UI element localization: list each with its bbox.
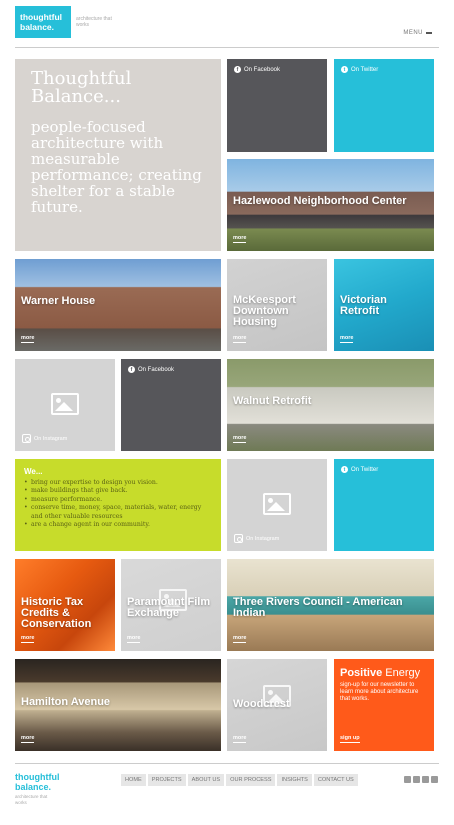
- newsletter-title: Positive Energy: [340, 667, 420, 679]
- newsletter-title-bold: Positive: [340, 667, 383, 679]
- project-title: Woodcrest: [233, 698, 290, 710]
- instagram-icon[interactable]: [431, 776, 438, 783]
- logo-text-1: thoughtful: [20, 12, 63, 22]
- we-item: measure performance.: [24, 496, 214, 505]
- more-link[interactable]: more: [233, 335, 247, 343]
- more-link[interactable]: more: [233, 635, 247, 643]
- more-link[interactable]: more: [21, 635, 35, 643]
- photo-icon: [263, 493, 291, 515]
- hero-title: Thoughtful Balance...: [31, 68, 132, 107]
- we-item: are a change agent in our community.: [24, 521, 214, 530]
- we-item: bring our expertise to design you vision…: [24, 479, 214, 488]
- facebook-label: f On Facebook: [234, 66, 280, 73]
- facebook-icon: f: [128, 366, 135, 373]
- footer-divider: [15, 763, 439, 764]
- more-link[interactable]: more: [21, 735, 35, 743]
- we-item: make buildings that give back.: [24, 487, 214, 496]
- instagram-label: On Instagram: [22, 434, 67, 443]
- tagline: architecture that works: [76, 16, 112, 28]
- footer-nav-insights[interactable]: INSIGHTS: [277, 774, 312, 786]
- instagram-tile[interactable]: On Instagram: [15, 359, 115, 451]
- project-tile-hamilton[interactable]: Hamilton Avenue more: [15, 659, 221, 751]
- header: thoughtful balance. architecture that wo…: [0, 0, 454, 50]
- project-title: Warner House: [21, 295, 96, 307]
- facebook-text: On Facebook: [138, 366, 175, 373]
- header-divider: [15, 47, 439, 48]
- newsletter-tile[interactable]: Positive Energy sign-up for our newslett…: [334, 659, 434, 751]
- instagram-label: On Instagram: [234, 534, 279, 543]
- footer-nav-home[interactable]: HOME: [121, 774, 146, 786]
- project-tile-paramount[interactable]: Paramount Film Exchange more: [121, 559, 221, 651]
- project-title: Hazlewood Neighborhood Center: [233, 195, 407, 207]
- footer-nav-process[interactable]: OUR PROCESS: [226, 774, 276, 786]
- twitter-tile[interactable]: t On Twitter: [334, 459, 434, 551]
- instagram-text: On Instagram: [246, 535, 280, 542]
- twitter-text: On Twitter: [351, 466, 379, 473]
- project-tile-walnut[interactable]: Walnut Retrofit more: [227, 359, 434, 451]
- linkedin-icon[interactable]: [422, 776, 429, 783]
- project-tile-warner[interactable]: Warner House more: [15, 259, 221, 351]
- footer-tagline: architecture that works: [15, 794, 48, 805]
- project-title: Paramount Film Exchange: [127, 596, 211, 619]
- project-tile-hazelwood[interactable]: Hazlewood Neighborhood Center more: [227, 159, 434, 251]
- facebook-label: f On Facebook: [128, 366, 174, 373]
- menu-button[interactable]: MENU: [403, 30, 432, 36]
- footer-nav-projects[interactable]: PROJECTS: [147, 774, 186, 786]
- footer-social: [404, 776, 438, 783]
- project-tile-historic[interactable]: Historic Tax Credits & Conservation more: [15, 559, 115, 651]
- twitter-tile[interactable]: t On Twitter: [334, 59, 434, 152]
- more-link[interactable]: more: [127, 635, 141, 643]
- newsletter-body: sign-up for our newsletter to learn more…: [340, 682, 419, 702]
- we-list: bring our expertise to design you vision…: [24, 479, 214, 530]
- project-title: Three Rivers Council - American Indian: [233, 596, 403, 619]
- more-link[interactable]: more: [233, 435, 247, 443]
- project-tile-three-rivers[interactable]: Three Rivers Council - American Indian m…: [227, 559, 434, 651]
- instagram-icon: [22, 434, 31, 443]
- signup-link[interactable]: sign up: [340, 735, 360, 743]
- footer-nav-contact[interactable]: CONTACT US: [313, 774, 358, 786]
- menu-label: MENU: [403, 30, 423, 36]
- more-link[interactable]: more: [233, 235, 247, 243]
- instagram-tile[interactable]: On Instagram: [227, 459, 327, 551]
- project-title: Hamilton Avenue: [21, 696, 111, 708]
- logo[interactable]: thoughtful balance.: [15, 6, 71, 38]
- footer-nav-about[interactable]: ABOUT US: [187, 774, 225, 786]
- project-title: McKeesport Downtown Housing: [233, 294, 296, 328]
- more-link[interactable]: more: [340, 335, 354, 343]
- project-title: Historic Tax Credits & Conservation: [21, 596, 92, 630]
- menu-icon: [426, 32, 432, 34]
- project-tile-mckeesport[interactable]: McKeesport Downtown Housing more: [227, 259, 327, 351]
- facebook-tile[interactable]: f On Facebook: [227, 59, 327, 152]
- twitter-icon: t: [341, 466, 348, 473]
- more-link[interactable]: more: [233, 735, 247, 743]
- instagram-text: On Instagram: [34, 435, 68, 442]
- project-title: Walnut Retrofit: [233, 395, 312, 407]
- we-title: We...: [24, 467, 43, 476]
- hero-body: people-focused architecture with measura…: [31, 118, 202, 216]
- facebook-icon[interactable]: [404, 776, 411, 783]
- project-title: Victorian Retrofit: [340, 294, 387, 317]
- we-tile: We... bring our expertise to design you …: [15, 459, 221, 551]
- twitter-text: On Twitter: [351, 66, 379, 73]
- facebook-icon: f: [234, 66, 241, 73]
- footer-logo[interactable]: thoughtful balance.: [15, 772, 59, 792]
- we-item: conserve time, money, space, materials, …: [24, 504, 214, 521]
- logo-text-2: balance.: [20, 22, 55, 32]
- twitter-label: t On Twitter: [341, 466, 378, 473]
- facebook-text: On Facebook: [244, 66, 281, 73]
- project-tile-woodcrest[interactable]: Woodcrest more: [227, 659, 327, 751]
- newsletter-title-normal: Energy: [382, 667, 421, 679]
- photo-icon: [51, 393, 79, 415]
- instagram-icon: [234, 534, 243, 543]
- twitter-icon[interactable]: [413, 776, 420, 783]
- hero-tile: Thoughtful Balance... people-focused arc…: [15, 59, 221, 251]
- footer-nav: HOME PROJECTS ABOUT US OUR PROCESS INSIG…: [121, 774, 358, 786]
- twitter-label: t On Twitter: [341, 66, 378, 73]
- footer-logo-text-1: thoughtful: [15, 772, 60, 782]
- more-link[interactable]: more: [21, 335, 35, 343]
- twitter-icon: t: [341, 66, 348, 73]
- facebook-tile[interactable]: f On Facebook: [121, 359, 221, 451]
- project-tile-victorian[interactable]: Victorian Retrofit more: [334, 259, 434, 351]
- footer-logo-text-2: balance.: [15, 782, 52, 792]
